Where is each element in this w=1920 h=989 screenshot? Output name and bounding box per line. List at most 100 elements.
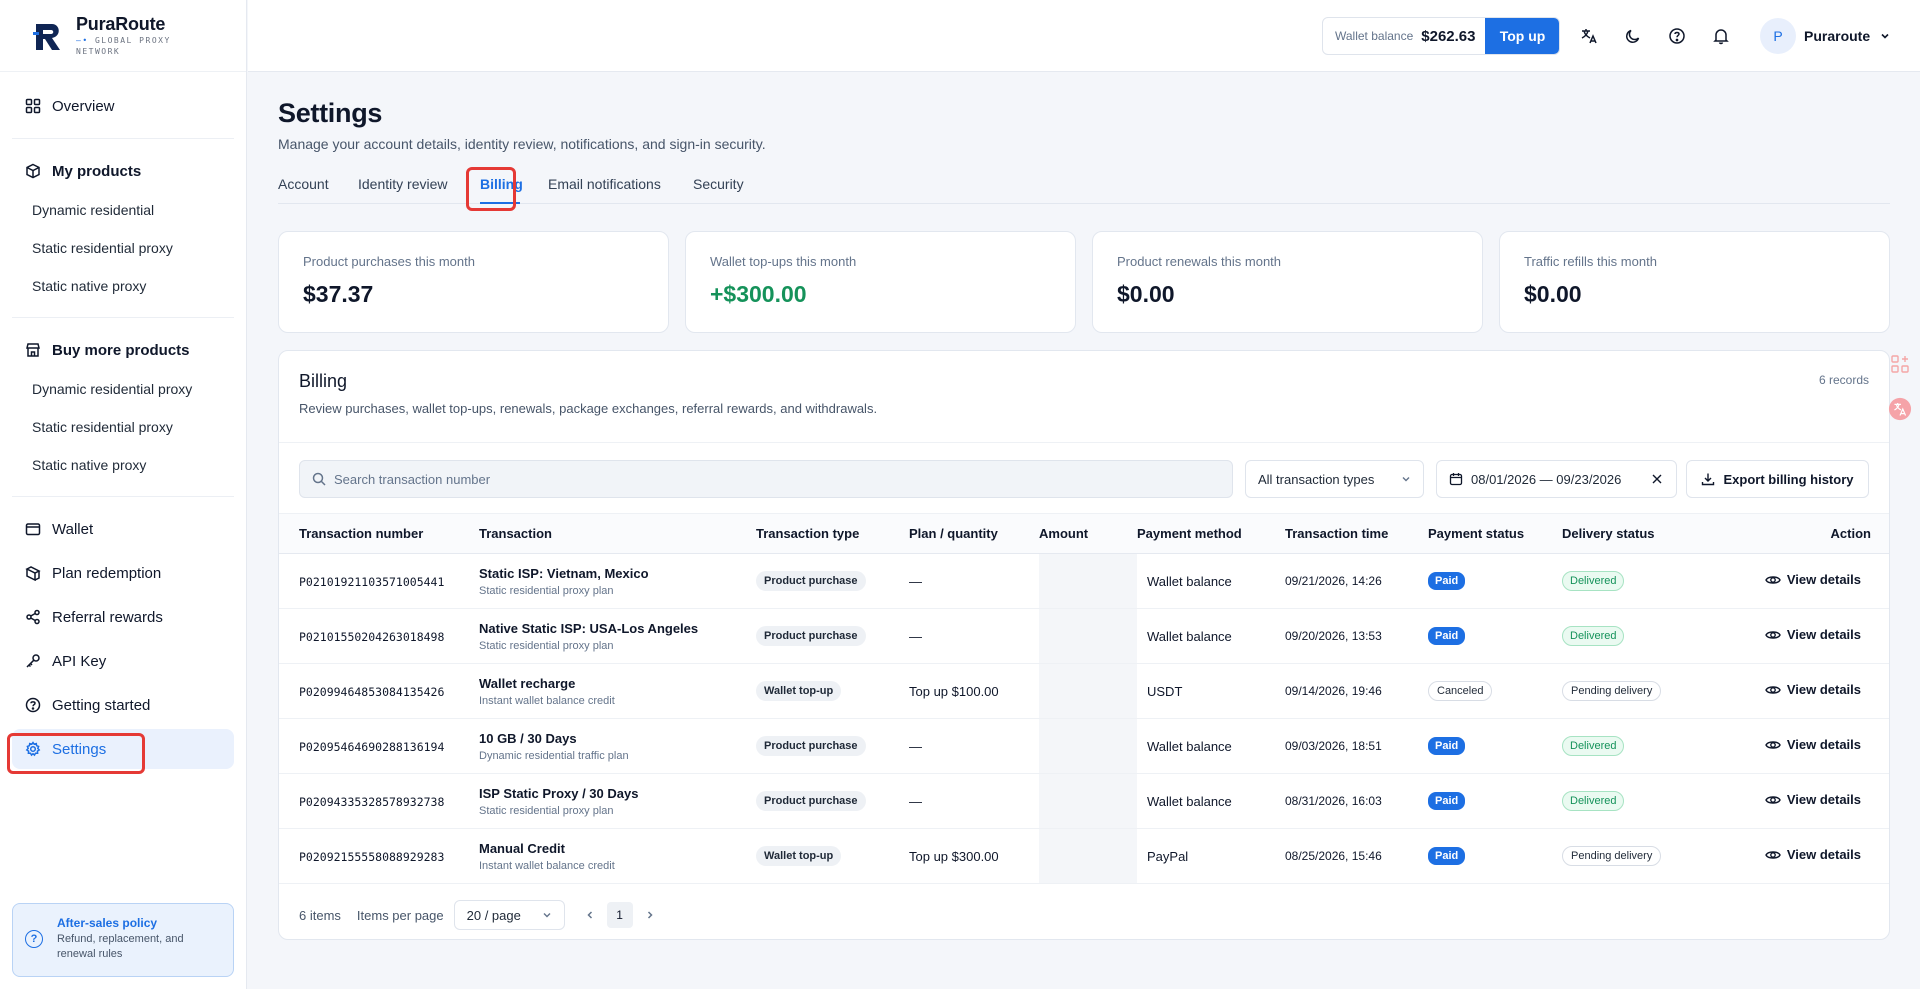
brand-name: PuraRoute	[76, 14, 166, 34]
payment-status-badge: Paid	[1428, 792, 1466, 810]
stat-card-traffic-refills: Traffic refills this month $0.00	[1499, 231, 1890, 333]
table-row: P02092155558088929283 Manual Credit Insta…	[279, 828, 1889, 884]
table-row: P02094335328578932738 ISP Static Proxy /…	[279, 773, 1889, 829]
col-amount: Amount	[1039, 513, 1137, 554]
sidebar-item-getting-started[interactable]: Getting started	[12, 685, 234, 725]
sidebar-sub-static-native[interactable]: Static native proxy	[12, 267, 234, 305]
amount	[1039, 553, 1137, 609]
delivery-status-badge: Pending delivery	[1562, 846, 1662, 866]
clear-icon[interactable]	[1650, 472, 1664, 486]
tab-email-notifications[interactable]: Email notifications	[548, 176, 661, 192]
apps-add-icon[interactable]	[1888, 352, 1912, 376]
type-badge: Product purchase	[756, 736, 866, 756]
view-details-button[interactable]: View details	[1765, 572, 1861, 588]
transaction-name: Wallet recharge	[479, 675, 576, 691]
user-menu[interactable]: P Puraroute	[1760, 18, 1890, 54]
divider	[12, 317, 234, 318]
share-icon	[24, 608, 42, 626]
amount	[1039, 608, 1137, 664]
amount	[1039, 828, 1137, 884]
sidebar-sub-buy-static-native[interactable]: Static native proxy	[12, 446, 234, 484]
stat-label: Traffic refills this month	[1524, 254, 1657, 269]
stat-card-product-renewals: Product renewals this month $0.00	[1092, 231, 1483, 333]
tab-security[interactable]: Security	[693, 176, 744, 192]
sidebar-item-label: Plan redemption	[52, 564, 162, 582]
tab-billing[interactable]: Billing	[480, 176, 523, 192]
settings-tabs: Account Identity review Billing Email no…	[278, 164, 1890, 204]
search-input[interactable]	[334, 471, 1214, 487]
transaction-sub: Instant wallet balance credit	[479, 694, 615, 707]
grid-icon	[24, 97, 42, 115]
sidebar-sub-static-residential[interactable]: Static residential proxy	[12, 229, 234, 267]
sidebar-item-label: Settings	[52, 740, 107, 758]
type-badge: Product purchase	[756, 626, 866, 646]
stat-card-wallet-topups: Wallet top-ups this month +$300.00	[685, 231, 1076, 333]
moon-icon[interactable]	[1622, 25, 1644, 47]
page-button-current[interactable]: 1	[606, 902, 633, 928]
sidebar-item-plan-redemption[interactable]: Plan redemption	[12, 553, 234, 593]
search-icon	[312, 472, 326, 486]
transaction-time: 08/25/2026, 15:46	[1285, 828, 1428, 884]
sidebar-sub-buy-dynamic-residential[interactable]: Dynamic residential proxy	[12, 370, 234, 408]
sidebar-item-my-products[interactable]: My products	[12, 151, 234, 191]
transaction-time: 08/31/2026, 16:03	[1285, 773, 1428, 829]
help-icon[interactable]	[1666, 25, 1688, 47]
transaction-number: P02101550204263018498	[299, 629, 445, 644]
payment-method: PayPal	[1137, 828, 1285, 884]
type-badge: Product purchase	[756, 571, 866, 591]
plan-quantity: —	[909, 718, 1039, 774]
table-row: P02095464690288136194 10 GB / 30 Days Dyn…	[279, 718, 1889, 774]
table-row: P02101921103571005441 Static ISP: Vietna…	[279, 553, 1889, 609]
delivery-status-badge: Delivered	[1562, 791, 1625, 811]
stat-value: +$300.00	[710, 281, 807, 307]
transaction-sub: Static residential proxy plan	[479, 804, 614, 817]
amount	[1039, 663, 1137, 719]
items-per-page-select[interactable]: 20 / page	[453, 900, 565, 930]
export-label: Export billing history	[1723, 471, 1854, 487]
delivery-status-badge: Delivered	[1562, 736, 1625, 756]
payment-status-badge: Canceled	[1428, 681, 1493, 701]
transaction-number: P02095464690288136194	[299, 739, 445, 754]
stat-value: $0.00	[1117, 281, 1175, 307]
transaction-number: P02101921103571005441	[299, 574, 445, 589]
divider	[12, 138, 234, 139]
chevron-left-icon[interactable]	[585, 910, 595, 920]
eye-icon	[1765, 795, 1781, 804]
sidebar-item-settings[interactable]: Settings	[12, 729, 234, 769]
transaction-type-select[interactable]: All transaction types	[1245, 460, 1424, 498]
sidebar-item-label: Getting started	[52, 696, 151, 714]
billing-description: Review purchases, wallet top-ups, renewa…	[299, 401, 878, 416]
view-details-button[interactable]: View details	[1765, 792, 1861, 808]
type-badge: Wallet top-up	[756, 846, 842, 866]
view-details-button[interactable]: View details	[1765, 847, 1861, 863]
tab-identity-review[interactable]: Identity review	[358, 176, 447, 192]
view-details-button[interactable]: View details	[1765, 737, 1861, 753]
view-details-button[interactable]: View details	[1765, 682, 1861, 698]
translate-icon[interactable]	[1578, 25, 1600, 47]
translate-float-icon[interactable]	[1888, 397, 1912, 421]
after-sales-desc: Refund, replacement, and renewal rules	[57, 933, 184, 960]
sidebar-item-overview[interactable]: Overview	[12, 86, 234, 126]
eye-icon	[1765, 740, 1781, 749]
plan-quantity: —	[909, 773, 1039, 829]
sidebar-sub-buy-static-residential[interactable]: Static residential proxy	[12, 408, 234, 446]
col-action: Action	[1722, 513, 1889, 554]
date-range-picker[interactable]: 08/01/2026 — 09/23/2026	[1436, 460, 1677, 498]
bell-icon[interactable]	[1710, 25, 1732, 47]
brand-tagline-1: GLOBAL PROXY	[94, 36, 171, 45]
sidebar-item-buy-more[interactable]: Buy more products	[12, 330, 234, 370]
eye-icon	[1765, 575, 1781, 584]
sidebar-sub-dynamic-residential[interactable]: Dynamic residential	[12, 191, 234, 229]
brand-logo[interactable]: PuraRoute —• GLOBAL PROXY NETWORK	[0, 0, 246, 72]
top-up-button[interactable]: Top up	[1485, 18, 1559, 54]
view-details-button[interactable]: View details	[1765, 627, 1861, 643]
sidebar-item-api-key[interactable]: API Key	[12, 641, 234, 681]
after-sales-policy[interactable]: ? After-sales policy Refund, replacement…	[12, 903, 234, 977]
tab-account[interactable]: Account	[278, 176, 329, 192]
export-billing-button[interactable]: Export billing history	[1686, 460, 1869, 498]
sidebar-item-referral-rewards[interactable]: Referral rewards	[12, 597, 234, 637]
calendar-icon	[1449, 473, 1463, 486]
sidebar-item-wallet[interactable]: Wallet	[12, 509, 234, 549]
amount	[1039, 718, 1137, 774]
chevron-right-icon[interactable]	[645, 910, 655, 920]
